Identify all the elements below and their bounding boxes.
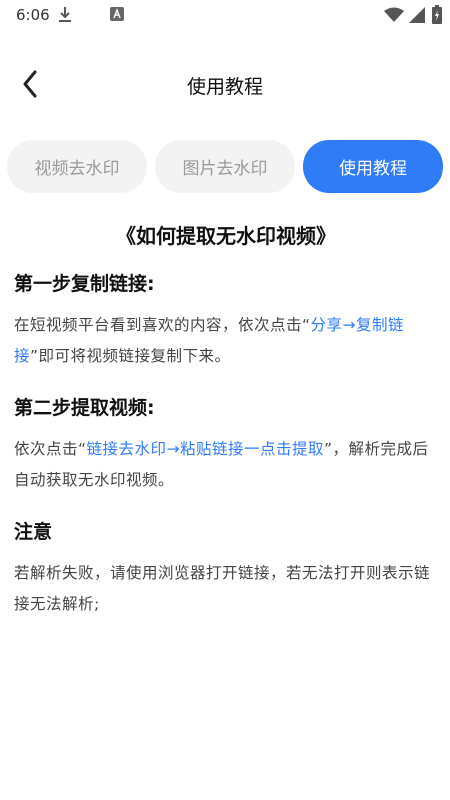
step1-text: 在短视频平台看到喜欢的内容，依次点击“分享→复制链接”即可将视频链接复制下来。 xyxy=(14,310,438,372)
tab-bar: 视频去水印 图片去水印 使用教程 xyxy=(7,140,443,193)
tutorial-title: 《如何提取无水印视频》 xyxy=(116,224,336,248)
step2-heading: 第二步提取视频: xyxy=(14,397,155,419)
step2-link-text: 链接去水印→粘贴链接一点击提取 xyxy=(86,440,325,458)
page-title: 使用教程 xyxy=(186,76,263,98)
a-notification-icon xyxy=(110,7,124,21)
step1-text-after: ”即可将视频链接复制下来。 xyxy=(30,347,231,365)
note-heading: 注意 xyxy=(14,521,53,543)
signal-icon xyxy=(409,7,425,23)
tab-tutorial[interactable]: 使用教程 xyxy=(303,140,443,193)
status-time: 6:06 xyxy=(16,6,50,24)
note-text: 若解析失败，请使用浏览器打开链接，若无法打开则表示链接无法解析; xyxy=(14,564,431,613)
battery-icon xyxy=(432,5,442,24)
step1-heading: 第一步复制链接: xyxy=(14,273,155,295)
tab-image-watermark[interactable]: 图片去水印 xyxy=(155,140,295,193)
tab-video-watermark[interactable]: 视频去水印 xyxy=(7,140,147,193)
step1-text-before: 在短视频平台看到喜欢的内容，依次点击“ xyxy=(14,316,311,334)
tutorial-content: 《如何提取无水印视频》 第一步复制链接: 在短视频平台看到喜欢的内容，依次点击“… xyxy=(14,216,438,620)
status-bar: 6:06 xyxy=(0,0,450,32)
step2-text: 依次点击“链接去水印→粘贴链接一点击提取”，解析完成后自动获取无水印视频。 xyxy=(14,434,438,496)
wifi-icon xyxy=(384,7,404,22)
download-icon xyxy=(59,7,71,22)
step2-text-before: 依次点击“ xyxy=(14,440,87,458)
nav-bar: 使用教程 xyxy=(0,60,450,108)
